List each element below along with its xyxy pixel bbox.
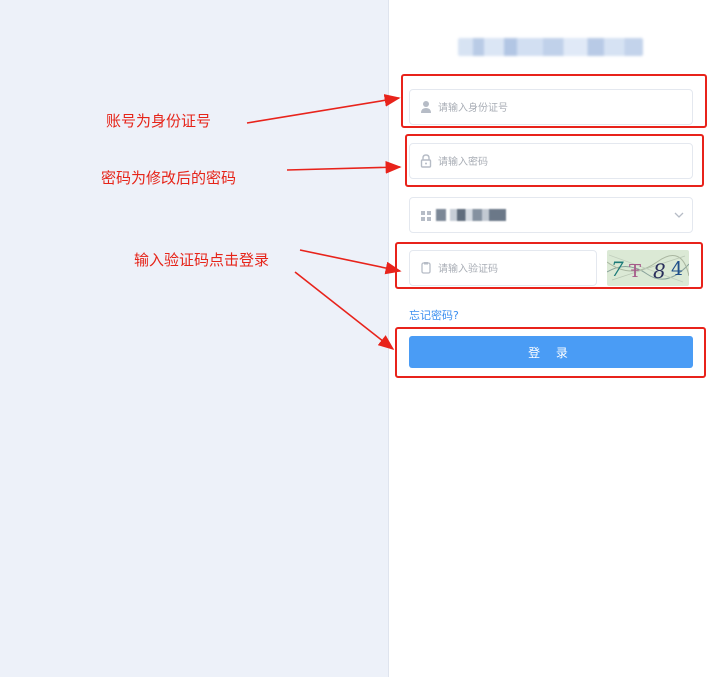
blurred-title — [458, 38, 643, 56]
highlight-box-password — [405, 134, 704, 187]
forgot-password-link[interactable]: 忘记密码? — [409, 307, 459, 323]
select-value-blurred — [436, 209, 506, 221]
chevron-down-icon[interactable] — [674, 210, 684, 220]
left-panel — [0, 0, 389, 677]
highlight-box-account — [401, 74, 707, 128]
password-note: 密码为修改后的密码 — [101, 169, 237, 187]
captcha-note: 输入验证码点击登录 — [134, 251, 270, 269]
highlight-box-captcha — [395, 242, 703, 289]
identity-select[interactable] — [409, 197, 693, 233]
account-note: 账号为身份证号 — [106, 112, 212, 130]
grid-icon — [421, 211, 431, 221]
highlight-box-login — [395, 327, 706, 378]
